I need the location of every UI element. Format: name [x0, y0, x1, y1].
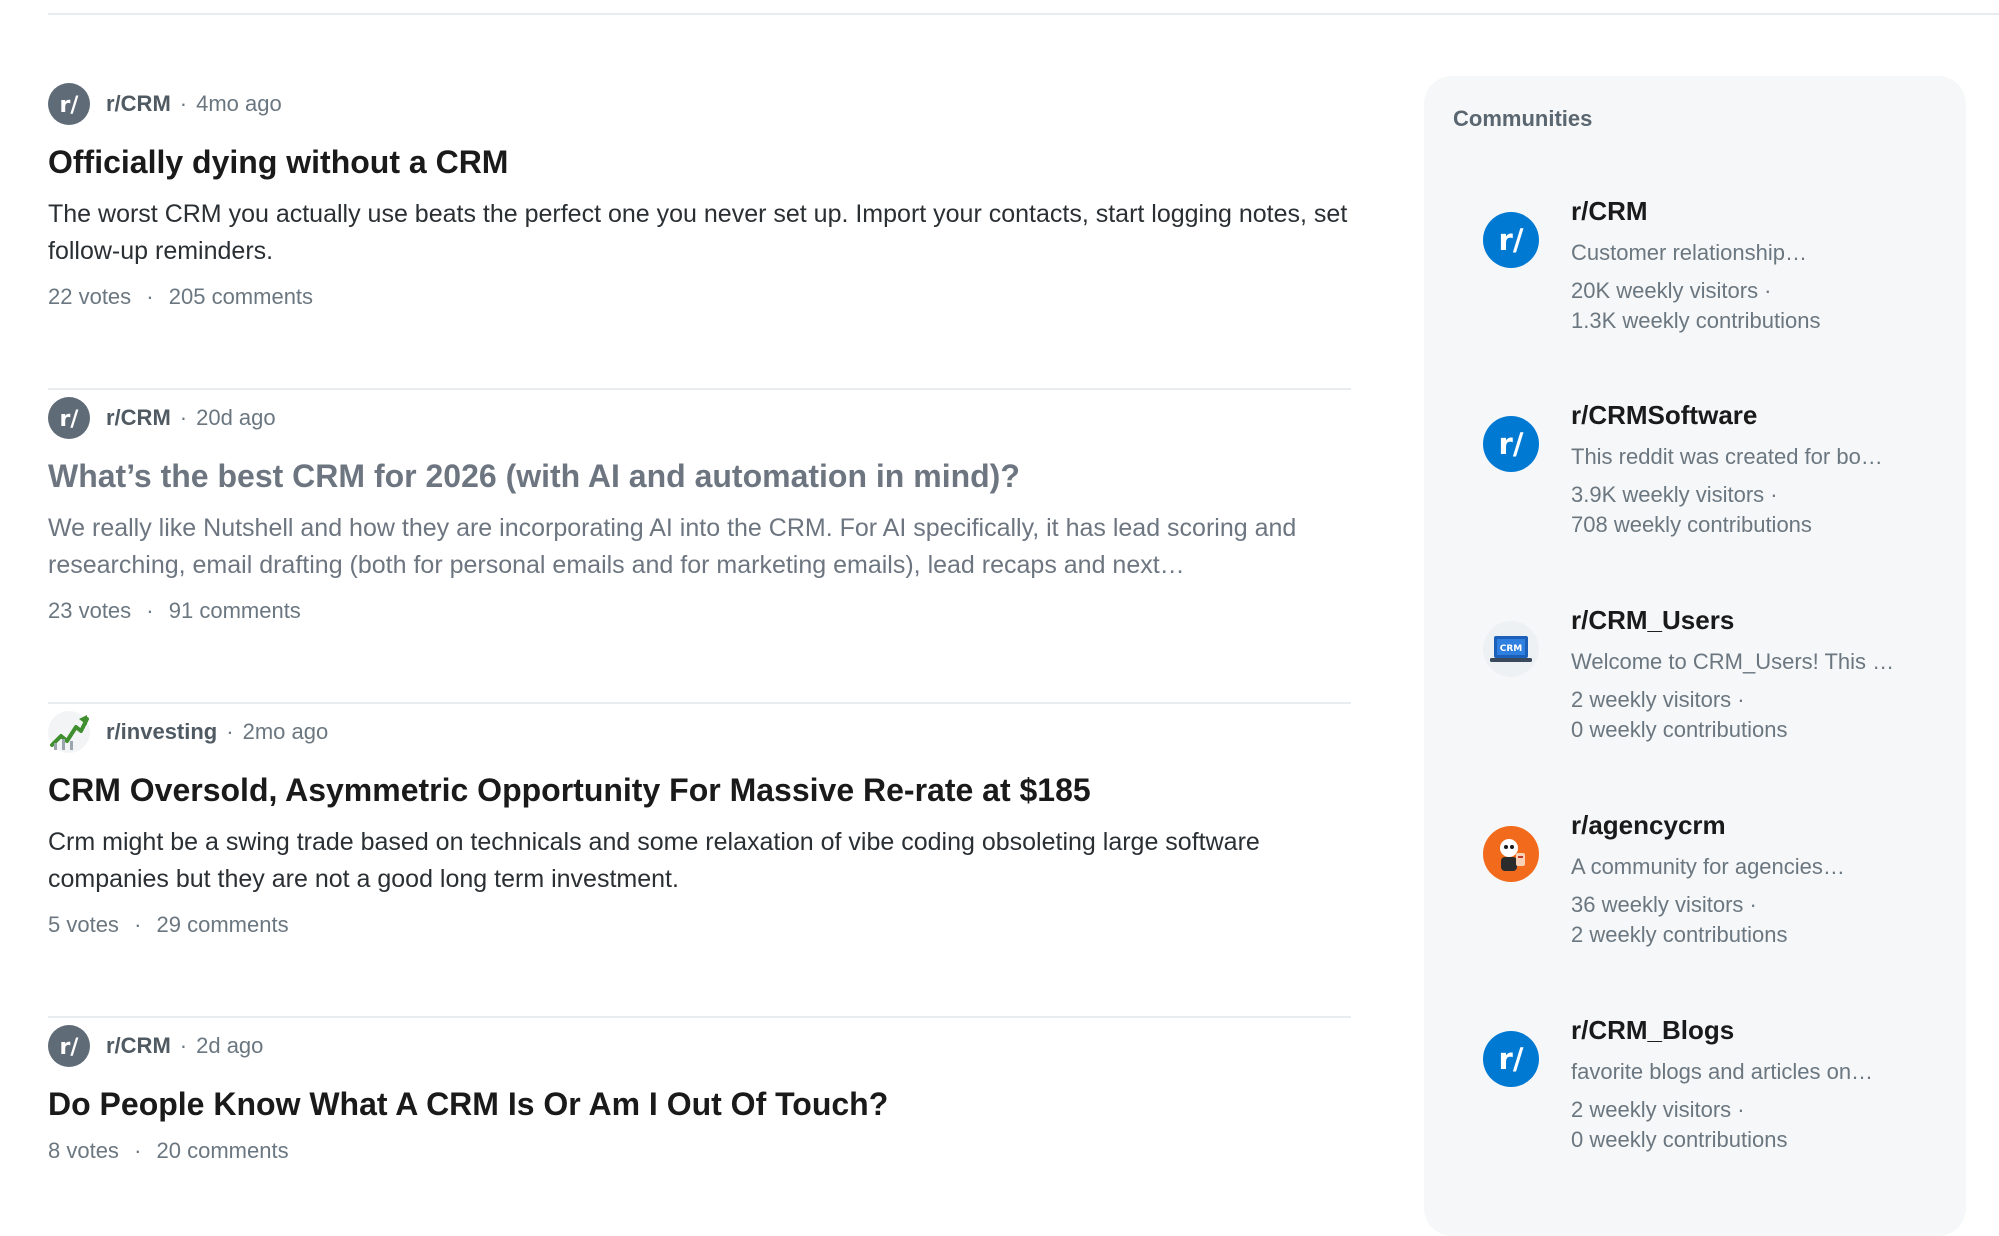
community-visitors: 2 weekly visitors ·: [1571, 687, 1745, 712]
post-snippet[interactable]: Crm might be a swing trade based on tech…: [48, 824, 1358, 898]
svg-text:r/: r/: [60, 1035, 80, 1060]
post-time: 20d ago: [196, 405, 276, 430]
svg-text:r/: r/: [60, 93, 80, 118]
community-item[interactable]: r/ r/CRM_Blogs favorite blogs and articl…: [1424, 1015, 1966, 1205]
stats-separator: ·: [146, 598, 154, 623]
post-card[interactable]: r/ r/CRM · 4mo ago Officially dying with…: [48, 76, 1351, 390]
community-name[interactable]: r/CRMSoftware: [1571, 400, 1757, 431]
subreddit-link[interactable]: r/CRM: [106, 1033, 171, 1059]
subreddit-link[interactable]: r/CRM: [106, 405, 171, 431]
reddit-logo-icon[interactable]: r/: [48, 83, 90, 125]
stats-separator: ·: [146, 284, 154, 309]
post-snippet[interactable]: The worst CRM you actually use beats the…: [48, 196, 1358, 270]
community-name[interactable]: r/CRM: [1571, 196, 1648, 227]
post-title[interactable]: What’s the best CRM for 2026 (with AI an…: [48, 456, 1351, 496]
community-contributions: 708 weekly contributions: [1571, 512, 1812, 537]
community-contributions: 0 weekly contributions: [1571, 1127, 1788, 1152]
reddit-logo-icon[interactable]: r/: [48, 397, 90, 439]
community-description: favorite blogs and articles on…: [1571, 1059, 1874, 1084]
stats-separator: ·: [134, 1138, 142, 1163]
reddit-logo-icon[interactable]: r/: [1483, 1031, 1539, 1087]
post-snippet[interactable]: We really like Nutshell and how they are…: [48, 510, 1358, 584]
vote-count: 23 votes: [48, 598, 132, 623]
post-card[interactable]: r/ r/CRM · 2d ago Do People Know What A …: [48, 1018, 1351, 1218]
community-visitors: 3.9K weekly visitors ·: [1571, 482, 1778, 507]
comment-count[interactable]: 91 comments: [169, 598, 301, 623]
community-description: A community for agencies…: [1571, 854, 1845, 879]
post-stats: 22 votes · 205 comments: [48, 284, 1351, 310]
comment-count[interactable]: 29 comments: [157, 912, 289, 937]
community-item[interactable]: CRM r/CRM_Users Welcome to CRM_Users! Th…: [1424, 605, 1966, 795]
post-title[interactable]: CRM Oversold, Asymmetric Opportunity For…: [48, 770, 1351, 810]
community-contributions: 2 weekly contributions: [1571, 922, 1788, 947]
community-visitors: 2 weekly visitors ·: [1571, 1097, 1745, 1122]
community-contributions: 0 weekly contributions: [1571, 717, 1788, 742]
comment-count[interactable]: 205 comments: [169, 284, 313, 309]
post-stats: 5 votes · 29 comments: [48, 912, 1351, 938]
community-description: This reddit was created for bo…: [1571, 444, 1883, 469]
search-results-feed: r/ r/CRM · 4mo ago Officially dying with…: [48, 76, 1351, 1218]
svg-text:r/: r/: [60, 407, 80, 432]
crm-laptop-label: CRM: [1500, 644, 1523, 654]
reddit-logo-icon[interactable]: r/: [1483, 212, 1539, 268]
svg-text:r/: r/: [1499, 427, 1524, 461]
subreddit-link[interactable]: r/investing: [106, 719, 217, 745]
community-description: Welcome to CRM_Users! This …: [1571, 649, 1895, 674]
post-card[interactable]: r/ r/CRM · 20d ago What’s the best CRM f…: [48, 390, 1351, 704]
community-item[interactable]: r/ r/CRMSoftware This reddit was created…: [1424, 400, 1966, 590]
post-meta: r/ r/CRM · 4mo ago: [48, 82, 1351, 126]
post-card[interactable]: r/investing · 2mo ago CRM Oversold, Asym…: [48, 704, 1351, 1018]
investing-chart-icon[interactable]: [48, 711, 90, 753]
subreddit-link[interactable]: r/CRM: [106, 91, 171, 117]
meta-separator: ·: [226, 719, 234, 744]
post-stats: 8 votes · 20 comments: [48, 1138, 1351, 1164]
post-time: 4mo ago: [196, 91, 282, 116]
vote-count: 5 votes: [48, 912, 119, 937]
community-visitors: 36 weekly visitors ·: [1571, 892, 1757, 917]
agency-mascot-icon[interactable]: [1483, 826, 1539, 882]
community-name[interactable]: r/CRM_Users: [1571, 605, 1734, 636]
meta-separator: ·: [179, 1033, 188, 1058]
post-title[interactable]: Do People Know What A CRM Is Or Am I Out…: [48, 1084, 1351, 1124]
post-time: 2mo ago: [242, 719, 329, 744]
svg-text:r/: r/: [1499, 223, 1524, 257]
reddit-logo-icon[interactable]: r/: [1483, 416, 1539, 472]
vote-count: 22 votes: [48, 284, 132, 309]
top-divider: [48, 13, 1999, 15]
comment-count[interactable]: 20 comments: [157, 1138, 289, 1163]
post-title[interactable]: Officially dying without a CRM: [48, 142, 1351, 182]
post-time: 2d ago: [196, 1033, 264, 1058]
community-item[interactable]: r/ r/CRM Customer relationship… 20K week…: [1424, 196, 1966, 386]
vote-count: 8 votes: [48, 1138, 119, 1163]
post-meta: r/ r/CRM · 20d ago: [48, 396, 1351, 440]
communities-heading: Communities: [1453, 106, 1593, 131]
svg-text:r/: r/: [1499, 1042, 1524, 1076]
crm-laptop-icon[interactable]: CRM: [1483, 621, 1539, 677]
stats-separator: ·: [134, 912, 142, 937]
meta-separator: ·: [179, 91, 188, 116]
meta-separator: ·: [179, 405, 188, 430]
post-meta: r/ r/CRM · 2d ago: [48, 1024, 1351, 1068]
community-name[interactable]: r/CRM_Blogs: [1571, 1015, 1734, 1046]
communities-sidebar: Communities r/ r/CRM Customer relationsh…: [1424, 76, 1966, 1236]
community-item[interactable]: r/agencycrm A community for agencies… 36…: [1424, 810, 1966, 1000]
reddit-logo-icon[interactable]: r/: [48, 1025, 90, 1067]
community-description: Customer relationship…: [1571, 240, 1807, 265]
community-name[interactable]: r/agencycrm: [1571, 810, 1726, 841]
community-contributions: 1.3K weekly contributions: [1571, 308, 1821, 333]
community-visitors: 20K weekly visitors ·: [1571, 278, 1772, 303]
post-stats: 23 votes · 91 comments: [48, 598, 1351, 624]
post-meta: r/investing · 2mo ago: [48, 710, 1351, 754]
